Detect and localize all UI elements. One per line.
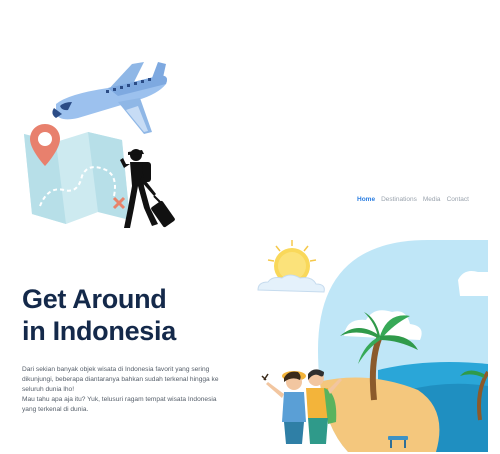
nav-item-media[interactable]: Media [423, 196, 441, 203]
hero-description: Dari sekian banyak objek wisata di Indon… [22, 365, 232, 415]
traveler-icon [120, 149, 175, 228]
title-line-2: in Indonesia [22, 316, 176, 346]
tourists-illustration [261, 369, 342, 444]
nav-item-contact[interactable]: Contact [447, 196, 469, 203]
page-title: Get Around in Indonesia [22, 283, 176, 347]
description-paragraph-1: Dari sekian banyak objek wisata di Indon… [22, 366, 219, 393]
main-nav: Home Destinations Media Contact [357, 196, 469, 203]
title-line-1: Get Around [22, 284, 167, 314]
nav-item-home[interactable]: Home [357, 196, 375, 203]
location-pin-icon [30, 124, 60, 166]
nav-item-destinations[interactable]: Destinations [381, 196, 417, 203]
description-paragraph-2: Mau tahu apa aja itu? Yuk, telusuri raga… [22, 396, 217, 413]
